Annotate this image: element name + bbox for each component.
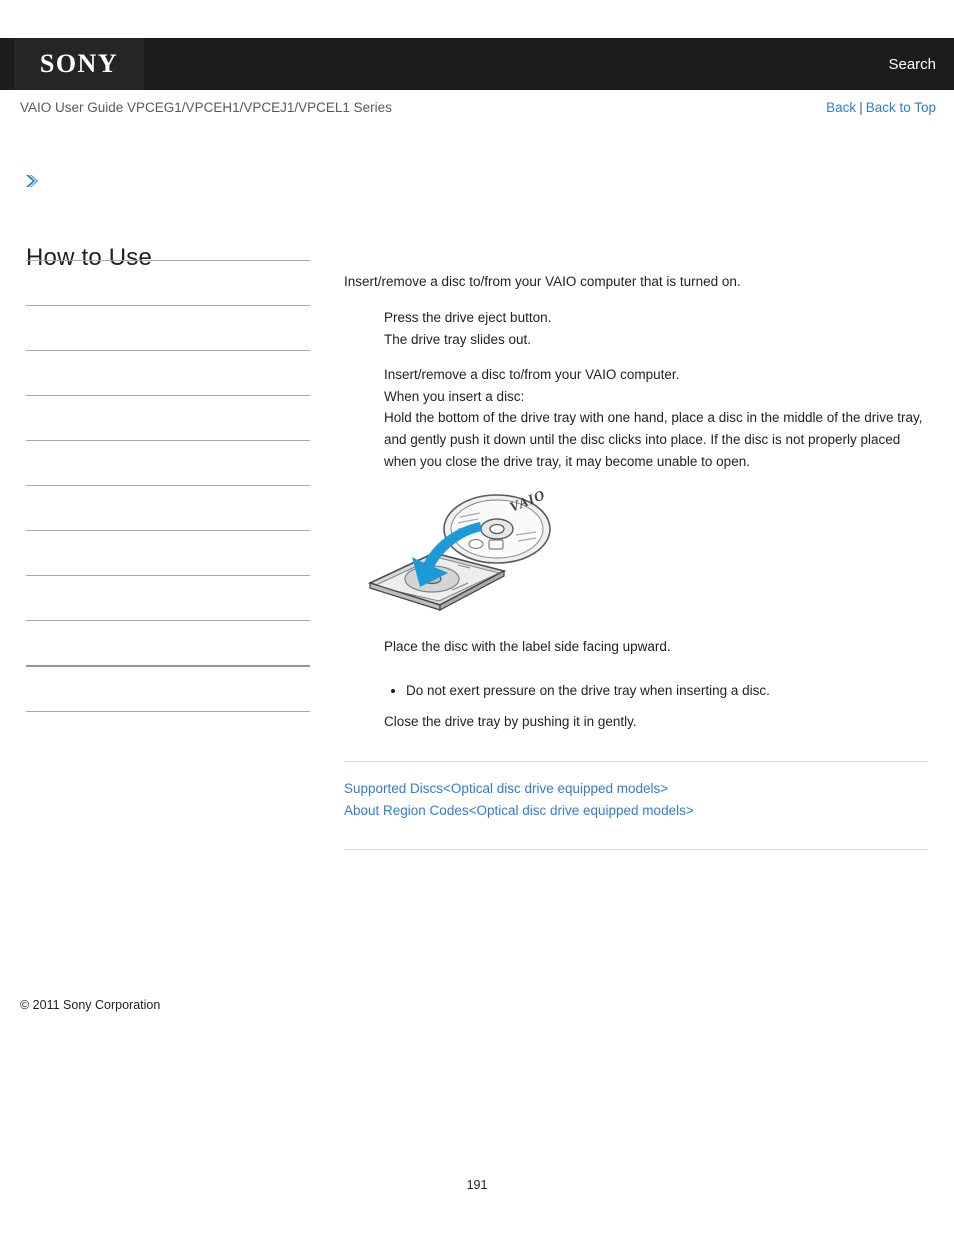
sidebar-item-2[interactable] <box>26 306 310 351</box>
procedure-steps: Press the drive eject button. The drive … <box>344 307 928 473</box>
related-topics: Supported Discs<Optical disc drive equip… <box>344 778 928 822</box>
content-divider-bottom <box>344 849 928 851</box>
note-item-1: Do not exert pressure on the drive tray … <box>406 680 928 702</box>
sidebar-item-4[interactable] <box>26 396 310 441</box>
related-link-supported-discs[interactable]: Supported Discs<Optical disc drive equip… <box>344 778 928 800</box>
figure-caption: Place the disc with the label side facin… <box>384 638 671 654</box>
sony-logo-block: SONY <box>14 38 144 90</box>
step-1-line-1: Press the drive eject button. <box>384 309 552 325</box>
notes-list: Do not exert pressure on the drive tray … <box>344 680 928 702</box>
sidebar-item-1[interactable] <box>26 260 310 306</box>
back-link[interactable]: Back <box>826 100 856 115</box>
header-nav-links: Back | Back to Top <box>826 100 936 115</box>
sidebar-nav-list <box>26 260 310 712</box>
sidebar-item-10[interactable] <box>26 667 310 712</box>
sub-header: VAIO User Guide VPCEG1/VPCEH1/VPCEJ1/VPC… <box>0 92 954 128</box>
back-to-top-link[interactable]: Back to Top <box>866 100 936 115</box>
sidebar-item-9[interactable] <box>26 621 310 667</box>
page-number: 191 <box>466 1178 488 1192</box>
sidebar-item-8[interactable] <box>26 576 310 621</box>
sidebar-item-6[interactable] <box>26 486 310 531</box>
intro-paragraph: Insert/remove a disc to/from your VAIO c… <box>344 274 741 289</box>
step-1-line-2: The drive tray slides out. <box>384 331 532 347</box>
content-divider-top <box>344 760 928 762</box>
step-item-1: Press the drive eject button. The drive … <box>384 307 928 351</box>
sony-logo[interactable]: SONY <box>14 38 144 90</box>
link-separator: | <box>859 100 863 115</box>
optical-disc-graphic: VAIO <box>443 488 551 564</box>
copyright-text: © 2011 Sony Corporation <box>20 998 161 1012</box>
step-item-2: Insert/remove a disc to/from your VAIO c… <box>384 364 928 473</box>
sidebar-item-5[interactable] <box>26 441 310 486</box>
sidebar-item-7[interactable] <box>26 531 310 576</box>
step-2-line-1: Insert/remove a disc to/from your VAIO c… <box>384 366 680 382</box>
search-link[interactable]: Search <box>888 38 936 90</box>
step-2-line-3: Hold the bottom of the drive tray with o… <box>384 410 923 470</box>
site-header-bar: SONY Search <box>0 38 954 90</box>
disc-insertion-illustration: VAIO <box>344 487 928 622</box>
related-link-region-codes[interactable]: About Region Codes<Optical disc drive eq… <box>344 800 928 822</box>
chevron-double-right-icon[interactable] <box>23 172 41 190</box>
main-content: Insert/remove a disc to/from your VAIO c… <box>344 272 928 851</box>
step-2-line-2: When you insert a disc: <box>384 388 525 404</box>
guide-title: VAIO User Guide VPCEG1/VPCEH1/VPCEJ1/VPC… <box>20 100 392 115</box>
closing-step: Close the drive tray by pushing it in ge… <box>384 714 637 730</box>
sidebar-item-3[interactable] <box>26 351 310 396</box>
